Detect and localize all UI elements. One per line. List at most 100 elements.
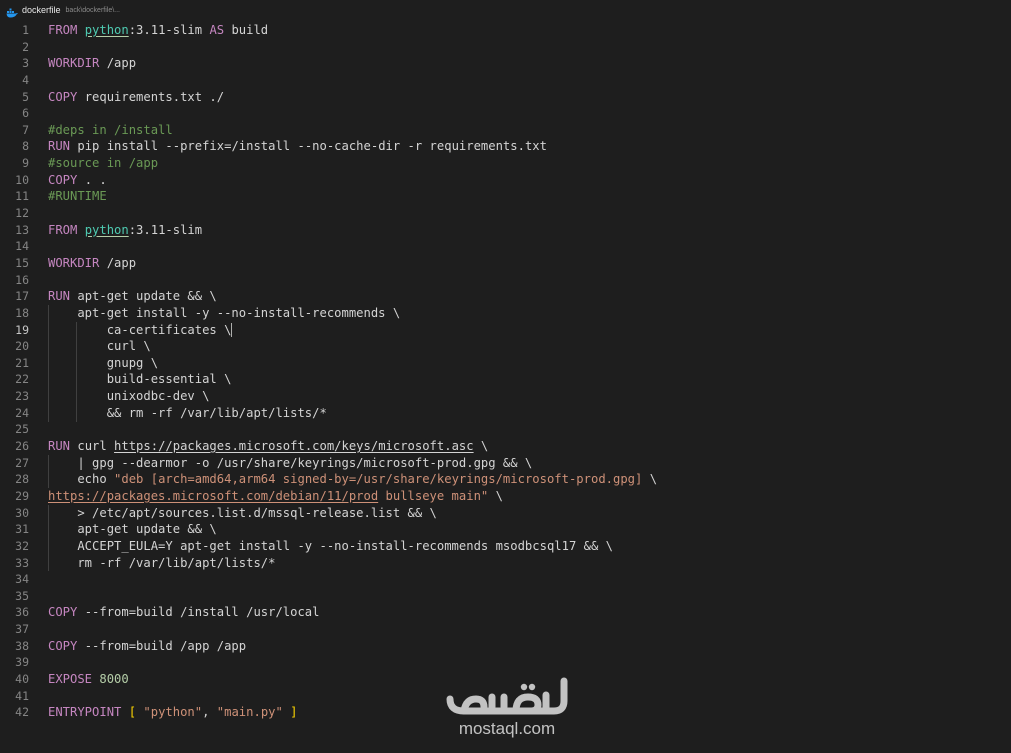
code-line[interactable]: 33 rm -rf /var/lib/apt/lists/* [0,555,1011,572]
code-line[interactable]: 27 | gpg --dearmor -o /usr/share/keyring… [0,455,1011,472]
code-text[interactable]: > /etc/apt/sources.list.d/mssql-release.… [48,505,437,522]
code-text[interactable]: echo "deb [arch=amd64,arm64 signed-by=/u… [48,471,657,488]
line-number: 27 [15,455,29,470]
code-line[interactable]: 3 WORKDIR /app [0,55,1011,72]
code-text[interactable]: && rm -rf /var/lib/apt/lists/* [48,405,327,422]
code-token: "main.py" [216,705,283,720]
code-line[interactable]: 39 [0,654,1011,671]
code-line[interactable]: 5 COPY requirements.txt ./ [0,89,1011,106]
code-line[interactable]: 12 [0,205,1011,222]
code-line[interactable]: 31 apt-get update && \ [0,521,1011,538]
mostaql-watermark: mostaql.com [442,677,572,739]
line-number: 32 [15,538,29,553]
code-text[interactable]: ACCEPT_EULA=Y apt-get install -y --no-in… [48,538,613,555]
code-line[interactable]: 29 https://packages.microsoft.com/debian/… [0,488,1011,505]
code-token: bullseye main" [378,488,489,503]
code-line[interactable]: 21 gnupg \ [0,355,1011,372]
code-line[interactable]: 25 [0,421,1011,438]
docker-whale-icon [6,5,18,18]
code-text[interactable]: RUN curl https://packages.microsoft.com/… [48,438,488,455]
code-text[interactable]: ENTRYPOINT [ "python", "main.py" ] [48,704,298,721]
code-text[interactable]: gnupg \ [48,355,158,372]
code-text[interactable]: rm -rf /var/lib/apt/lists/* [48,555,275,572]
code-text[interactable]: EXPOSE 8000 [48,671,129,688]
line-number: 3 [22,56,29,71]
code-text[interactable]: | gpg --dearmor -o /usr/share/keyrings/m… [48,455,532,472]
tab-bar: dockerfile back\dockerfile\... [0,0,1011,20]
code-text[interactable]: unixodbc-dev \ [48,388,210,405]
code-token: build [231,23,269,37]
code-editor[interactable]: 1 FROM python:3.11-slim AS build 2 3 WORKDIR… [0,22,1011,753]
code-token: AS [209,23,232,37]
code-line[interactable]: 24 && rm -rf /var/lib/apt/lists/* [0,405,1011,422]
tab-title[interactable]: dockerfile [22,5,61,15]
code-line[interactable]: 34 [0,571,1011,588]
code-text[interactable]: FROM python:3.11-slim [48,222,202,239]
code-line[interactable]: 37 [0,621,1011,638]
line-number: 7 [22,122,29,137]
code-line[interactable]: 36 COPY --from=build /install /usr/local [0,604,1011,621]
code-text[interactable]: #source in /app [48,155,158,172]
code-line[interactable]: 18 apt-get install -y --no-install-recom… [0,305,1011,322]
code-line[interactable]: 7 #deps in /install [0,122,1011,139]
code-token: WORKDIR [48,56,107,71]
code-text[interactable]: https://packages.microsoft.com/debian/11… [48,488,503,505]
indent-guide [76,321,77,422]
code-text[interactable]: WORKDIR /app [48,55,136,72]
code-line[interactable]: 20 curl \ [0,338,1011,355]
indent-guide [48,454,49,489]
code-line[interactable]: 6 [0,105,1011,122]
code-line[interactable]: 8 RUN pip install --prefix=/install --no-… [0,138,1011,155]
code-text[interactable]: COPY . . [48,172,107,189]
code-text[interactable]: COPY --from=build /install /usr/local [48,604,320,621]
code-text[interactable]: FROM python:3.11-slim AS build [48,22,268,39]
code-text[interactable]: apt-get update && \ [48,521,217,538]
code-text[interactable]: COPY --from=build /app /app [48,638,246,655]
text-cursor [231,323,233,338]
line-number: 31 [15,522,29,537]
line-number: 16 [15,272,29,287]
code-line[interactable]: 9 #source in /app [0,155,1011,172]
code-line[interactable]: 13 FROM python:3.11-slim [0,222,1011,239]
code-line[interactable]: 32 ACCEPT_EULA=Y apt-get install -y --no… [0,538,1011,555]
line-number: 15 [15,255,29,270]
code-token: EXPOSE [48,671,100,686]
code-text[interactable]: COPY requirements.txt ./ [48,89,224,106]
code-line[interactable]: 17 RUN apt-get update && \ [0,288,1011,305]
line-number: 12 [15,206,29,221]
code-line[interactable]: 38 COPY --from=build /app /app [0,638,1011,655]
code-token: "python" [143,705,203,720]
code-line[interactable]: 2 [0,39,1011,56]
code-line[interactable]: 10 COPY . . [0,172,1011,189]
code-token: apt-get update && \ [48,522,217,537]
code-line[interactable]: 26 RUN curl https://packages.microsoft.co… [0,438,1011,455]
code-line[interactable]: 19 ca-certificates \ [0,322,1011,339]
code-text[interactable]: WORKDIR /app [48,255,136,272]
code-line[interactable]: 30 > /etc/apt/sources.list.d/mssql-relea… [0,505,1011,522]
code-line[interactable]: 14 [0,238,1011,255]
line-number: 24 [15,405,29,420]
code-text[interactable]: curl \ [48,338,151,355]
code-line[interactable]: 1 FROM python:3.11-slim AS build [0,22,1011,39]
breadcrumb-path[interactable]: back\dockerfile\... [66,7,120,14]
code-text[interactable]: apt-get install -y --no-install-recommen… [48,305,400,322]
code-line[interactable]: 15 WORKDIR /app [0,255,1011,272]
line-number: 29 [15,488,29,503]
line-number: 34 [15,572,29,587]
code-line[interactable]: 11 #RUNTIME [0,188,1011,205]
code-text[interactable]: RUN apt-get update && \ [48,288,217,305]
code-token: https://packages.microsoft.com/keys/micr… [114,439,474,454]
code-token: WORKDIR [48,255,107,270]
code-token: RUN [48,289,78,304]
code-text[interactable]: #RUNTIME [48,188,107,205]
code-line[interactable]: 16 [0,272,1011,289]
code-line[interactable]: 23 unixodbc-dev \ [0,388,1011,405]
code-text[interactable]: RUN pip install --prefix=/install --no-c… [48,138,547,155]
code-line[interactable]: 22 build-essential \ [0,371,1011,388]
code-text[interactable]: #deps in /install [48,122,173,139]
code-line[interactable]: 4 [0,72,1011,89]
code-line[interactable]: 35 [0,588,1011,605]
line-number: 14 [15,239,29,254]
code-line[interactable]: 28 echo "deb [arch=amd64,arm64 signed-by… [0,471,1011,488]
code-token: ENTRYPOINT [48,705,129,720]
